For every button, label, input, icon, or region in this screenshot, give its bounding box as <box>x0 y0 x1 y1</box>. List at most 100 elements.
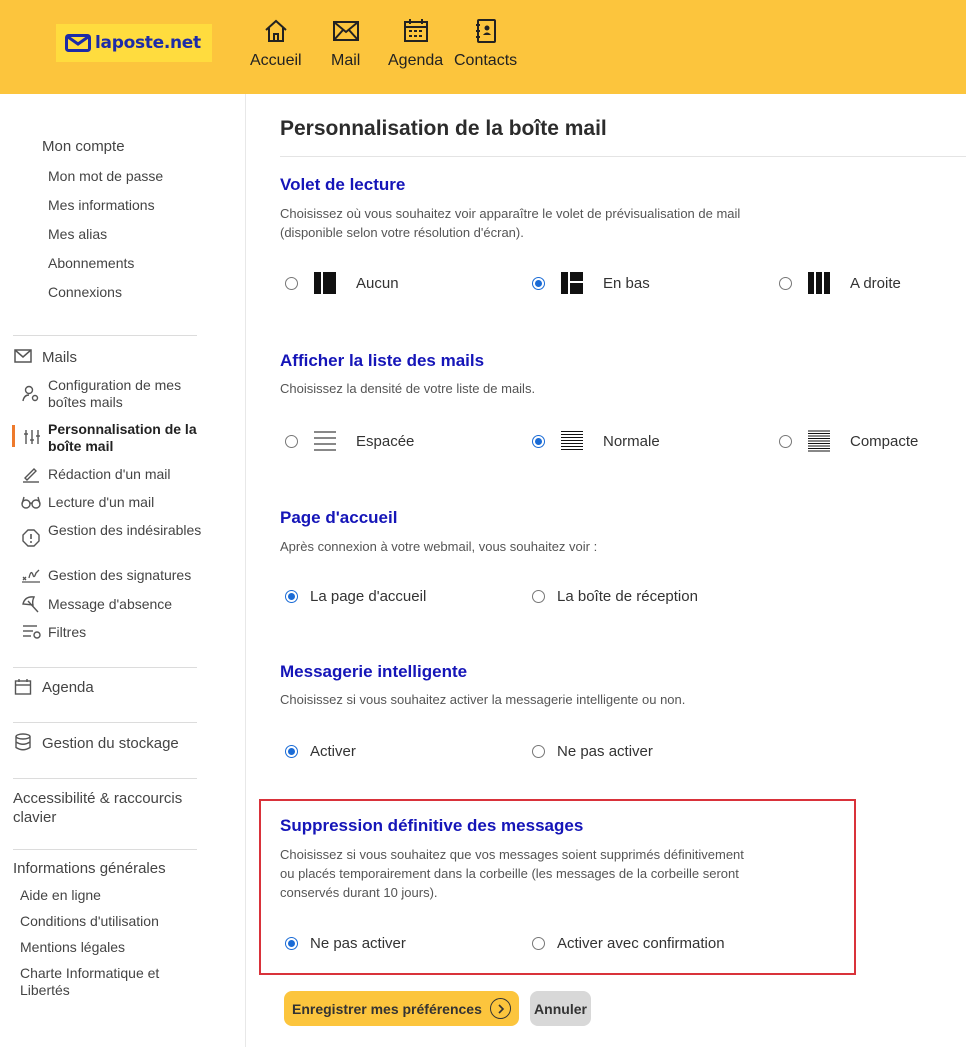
layout-none-icon <box>314 272 336 294</box>
radio-option-en-bas[interactable]: En bas <box>532 272 650 294</box>
option-label: Compacte <box>850 432 919 450</box>
option-label: Aucun <box>356 274 399 292</box>
sidebar-heading-account[interactable]: Mon compte <box>42 138 125 155</box>
sidebar-item-terms[interactable]: Conditions d'utilisation <box>20 913 159 929</box>
section-desc-permanent-delete: Choisissez si vous souhaitez que vos mes… <box>280 847 744 900</box>
section-title-reading-pane: Volet de lecture <box>280 175 406 194</box>
option-label: A droite <box>850 274 901 292</box>
glasses-icon <box>21 496 41 509</box>
home-icon <box>265 19 287 42</box>
sidebar-item-subscriptions[interactable]: Abonnements <box>48 255 134 271</box>
sidebar-divider <box>13 667 197 668</box>
option-label: Espacée <box>356 432 415 450</box>
radio-option-do-not-activate[interactable]: Ne pas activer <box>532 743 653 760</box>
beach-umbrella-icon <box>22 596 39 613</box>
nav-label-agenda: Agenda <box>388 52 444 69</box>
section-title-mail-list: Afficher la liste des mails <box>280 351 485 370</box>
sidebar-item-absence[interactable]: Message d'absence <box>48 596 172 612</box>
filter-icon <box>23 625 41 639</box>
radio-button[interactable] <box>285 276 298 290</box>
sidebar-heading-storage[interactable]: Gestion du stockage <box>42 735 179 752</box>
sidebar-item-filters[interactable]: Filtres <box>48 624 86 640</box>
sidebar-item-spam[interactable]: Gestion des indésirables <box>48 522 208 539</box>
radio-option-a-droite[interactable]: A droite <box>779 272 901 294</box>
radio-button[interactable] <box>779 434 792 448</box>
section-desc-smart-messaging: Choisissez si vous souhaitez activer la … <box>280 692 686 707</box>
signature-icon <box>22 569 40 583</box>
sidebar-item-informations[interactable]: Mes informations <box>48 197 155 213</box>
laposte-logo[interactable]: laposte.net <box>56 24 212 62</box>
radio-button[interactable] <box>285 937 298 950</box>
option-label: Ne pas activer <box>557 743 653 760</box>
sidebar-item-connections[interactable]: Connexions <box>48 284 122 300</box>
option-label: Activer <box>310 743 356 760</box>
radio-button[interactable] <box>779 276 792 290</box>
sidebar-item-privacy-charter[interactable]: Charte Informatique et Libertés <box>20 965 190 999</box>
cancel-button[interactable]: Annuler <box>530 991 591 1026</box>
sidebar-heading-agenda[interactable]: Agenda <box>42 679 94 696</box>
radio-button[interactable] <box>532 276 545 290</box>
sidebar-divider <box>13 335 197 336</box>
radio-button[interactable] <box>532 590 545 603</box>
nav-label-contacts: Contacts <box>454 52 518 69</box>
option-label: La boîte de réception <box>557 588 698 605</box>
density-spaced-icon <box>314 431 336 451</box>
nav-agenda[interactable]: Agenda <box>388 18 443 70</box>
calendar-icon <box>403 19 428 42</box>
section-title-home-page: Page d'accueil <box>280 508 398 527</box>
sidebar-item-reading[interactable]: Lecture d'un mail <box>48 494 154 510</box>
radio-button[interactable] <box>532 937 545 950</box>
radio-option-activate[interactable]: Activer <box>285 743 356 760</box>
sidebar-item-customization[interactable]: Personnalisation de la boîte mail <box>48 421 208 455</box>
contacts-icon <box>475 19 496 43</box>
radio-option-espacee[interactable]: Espacée <box>285 430 414 452</box>
calendar-small-icon <box>14 679 32 695</box>
sidebar-item-alias[interactable]: Mes alias <box>48 226 107 242</box>
option-label: Ne pas activer <box>310 935 406 952</box>
sidebar-heading-general[interactable]: Informations générales <box>13 860 166 877</box>
sidebar-item-help[interactable]: Aide en ligne <box>20 887 101 903</box>
sidebar-item-mailbox-config[interactable]: Configuration de mes boîtes mails <box>48 377 208 411</box>
radio-button[interactable] <box>532 745 545 758</box>
option-label: Activer avec confirmation <box>557 935 725 952</box>
sidebar-item-password[interactable]: Mon mot de passe <box>48 168 163 184</box>
warning-icon <box>22 529 40 547</box>
page-title: Personnalisation de la boîte mail <box>280 117 607 140</box>
sliders-icon <box>24 430 40 444</box>
section-desc-reading-pane: Choisissez où vous souhaitez voir appara… <box>280 206 741 240</box>
mail-icon <box>332 21 359 41</box>
section-title-permanent-delete: Suppression définitive des messages <box>280 816 584 835</box>
radio-button[interactable] <box>285 434 298 448</box>
option-label: En bas <box>603 274 650 292</box>
radio-option-delete-do-not-activate[interactable]: Ne pas activer <box>285 935 406 952</box>
sidebar-heading-accessibility[interactable]: Accessibilité & raccourcis clavier <box>13 789 213 827</box>
sidebar-item-legal[interactable]: Mentions légales <box>20 939 125 955</box>
sidebar-item-signatures[interactable]: Gestion des signatures <box>48 567 191 583</box>
radio-option-normale[interactable]: Normale <box>532 430 660 452</box>
save-preferences-button[interactable]: Enregistrer mes préférences <box>284 991 519 1026</box>
radio-option-compacte[interactable]: Compacte <box>779 430 918 452</box>
section-title-smart-messaging: Messagerie intelligente <box>280 662 468 681</box>
sidebar-item-compose[interactable]: Rédaction d'un mail <box>48 466 171 482</box>
radio-button[interactable] <box>532 434 545 448</box>
database-icon <box>15 733 31 751</box>
nav-mail[interactable]: Mail <box>331 18 360 70</box>
section-desc-mail-list: Choisissez la densité de votre liste de … <box>280 381 536 396</box>
sidebar-divider <box>13 722 197 723</box>
nav-contacts[interactable]: Contacts <box>454 18 517 70</box>
density-compact-icon <box>808 430 830 452</box>
radio-option-home-page[interactable]: La page d'accueil <box>285 588 426 605</box>
sidebar-heading-mails[interactable]: Mails <box>42 349 77 366</box>
logo-text: laposte.net <box>95 33 201 53</box>
chevron-right-icon <box>490 998 511 1019</box>
radio-button[interactable] <box>285 745 298 758</box>
radio-option-delete-with-confirmation[interactable]: Activer avec confirmation <box>532 935 725 952</box>
radio-option-aucun[interactable]: Aucun <box>285 272 399 294</box>
sidebar-divider <box>13 778 197 779</box>
radio-option-inbox[interactable]: La boîte de réception <box>532 588 698 605</box>
mail-small-icon <box>14 349 32 363</box>
top-header: laposte.net Accueil Mail Agenda Contacts <box>0 0 966 94</box>
nav-accueil[interactable]: Accueil <box>250 18 302 70</box>
radio-button[interactable] <box>285 590 298 603</box>
pencil-icon <box>23 468 39 483</box>
